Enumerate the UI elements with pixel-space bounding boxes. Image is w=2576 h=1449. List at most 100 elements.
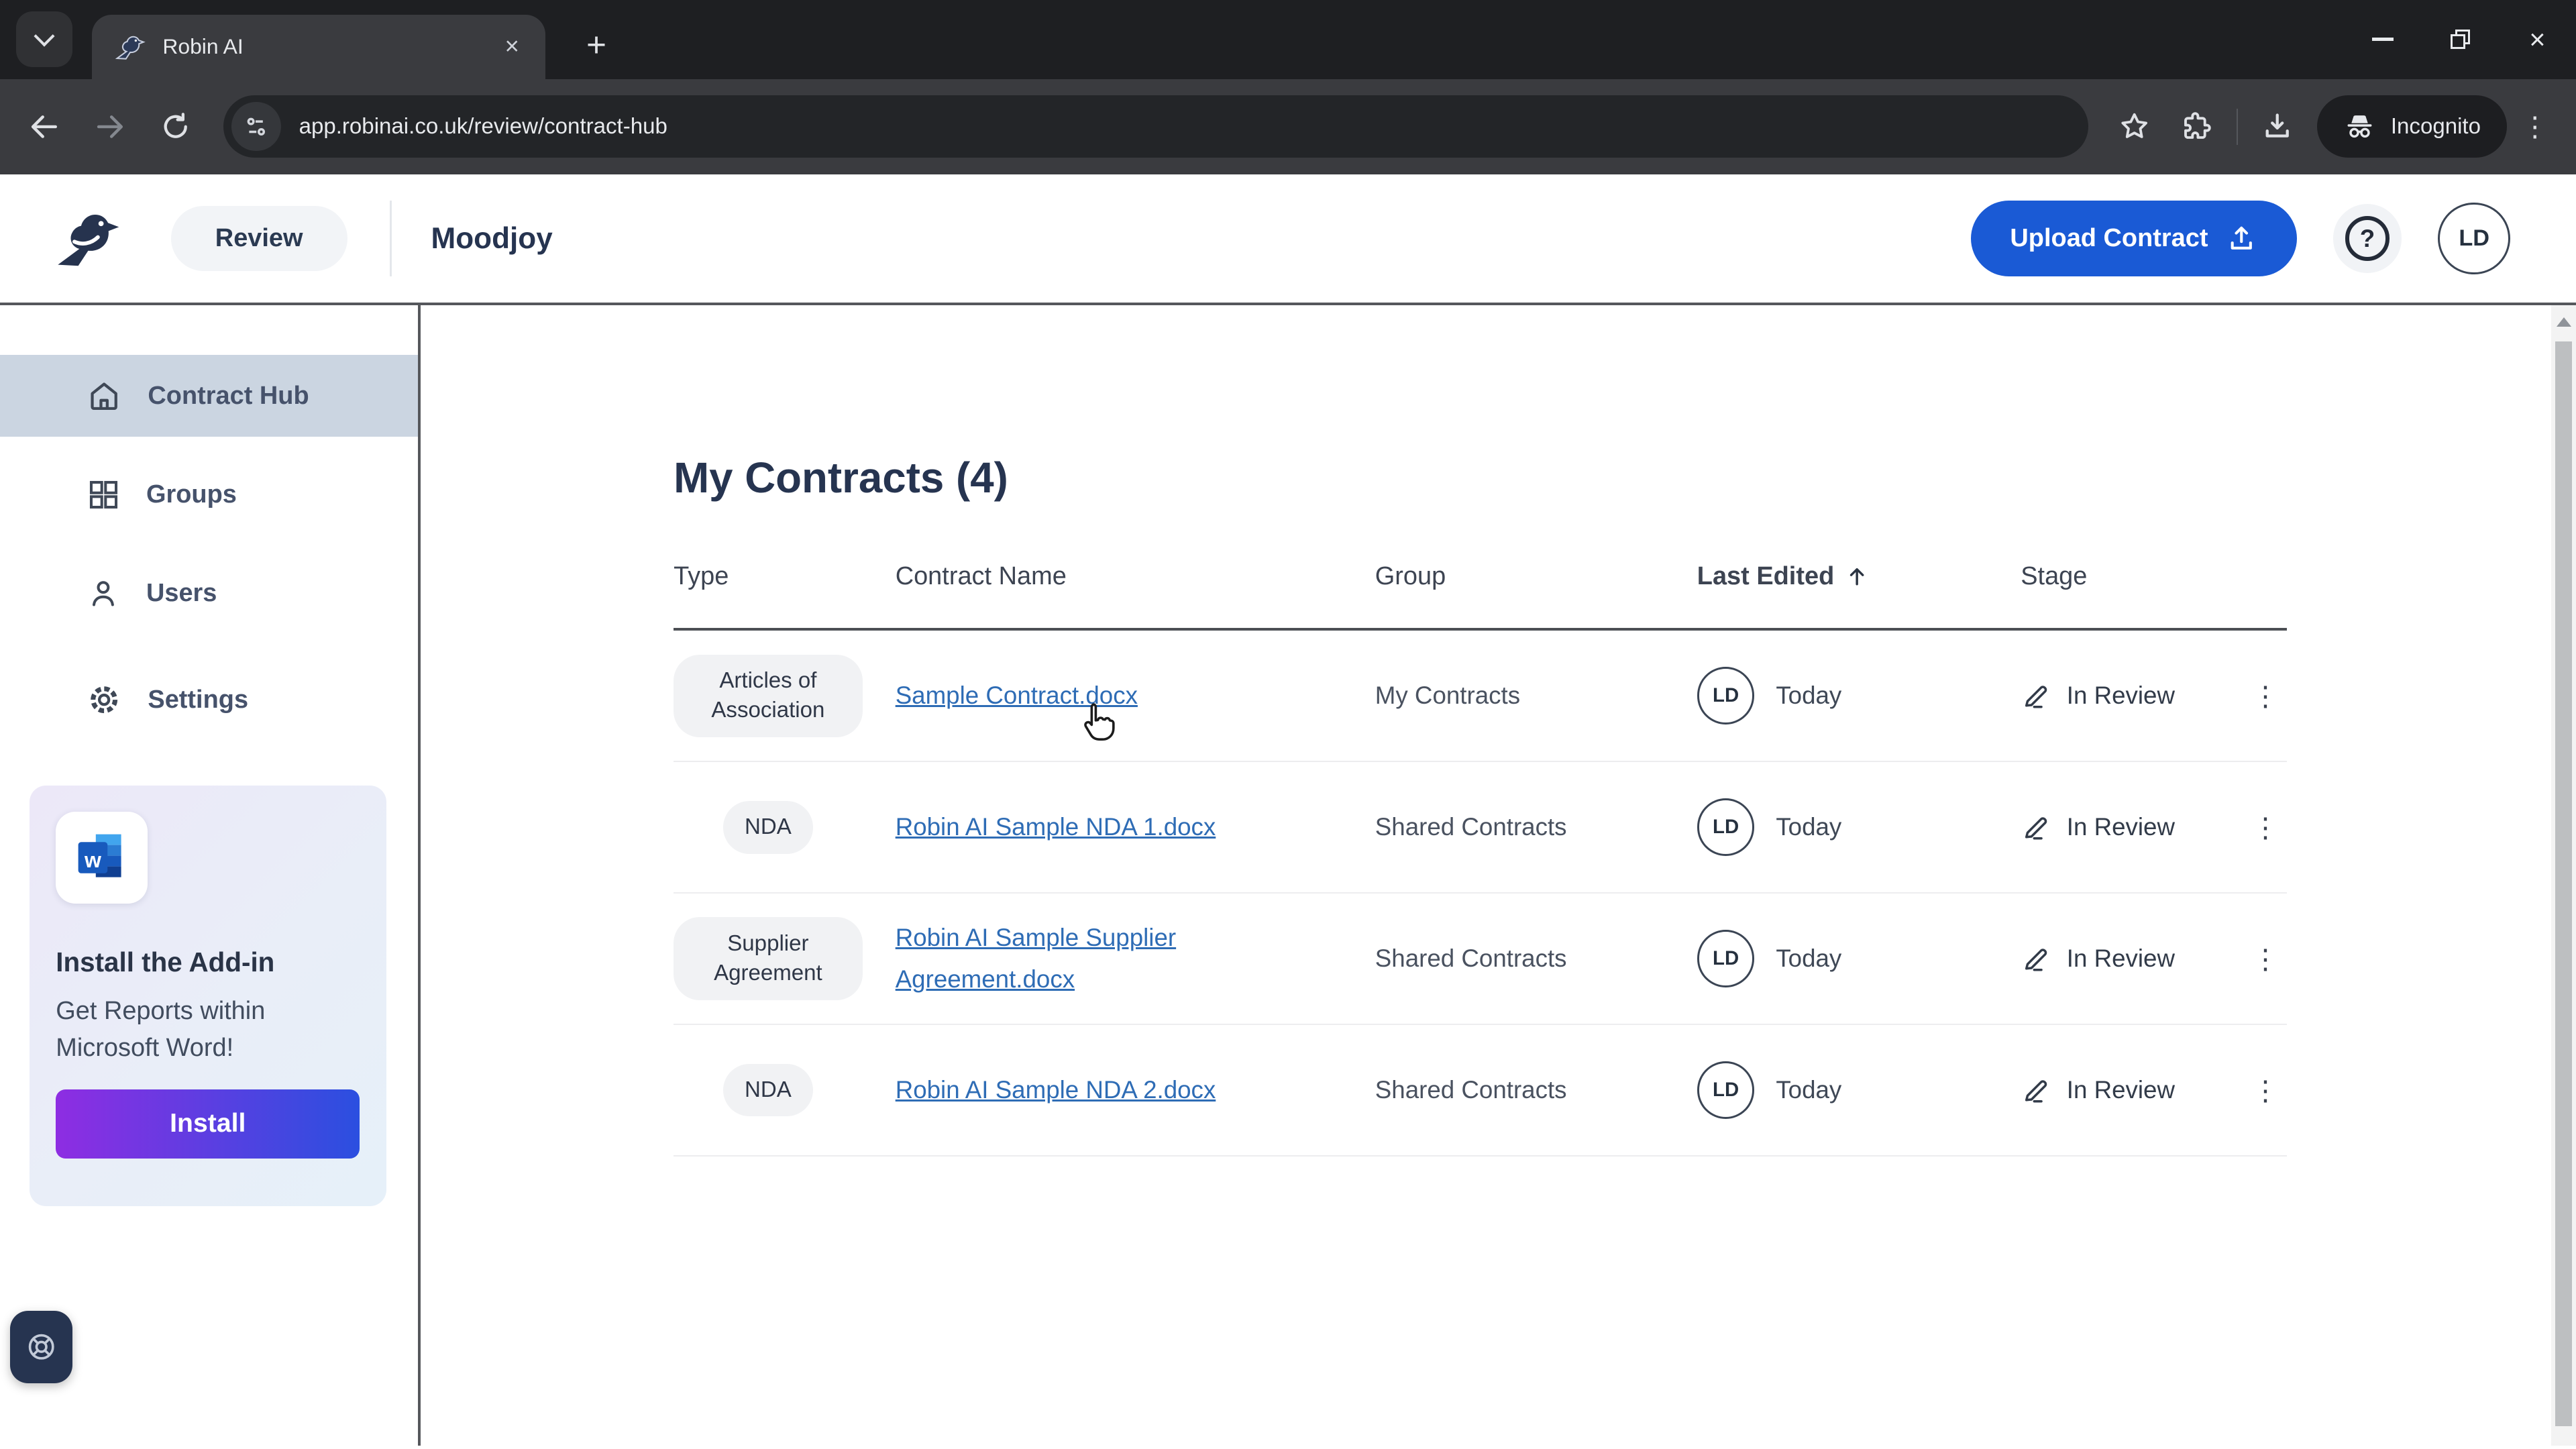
minimize-button[interactable] [2345,0,2422,79]
contract-link[interactable]: Robin AI Sample Supplier Agreement.docx [896,924,1176,993]
svg-text:w: w [84,848,101,872]
table-row: Articles of Association Sample Contract.… [674,631,2287,763]
extensions-button[interactable] [2167,97,2226,156]
back-button[interactable] [13,95,76,158]
column-header-last-edited[interactable]: Last Edited [1697,562,2021,591]
tab-close-icon[interactable]: × [498,32,526,63]
scroll-up-arrow[interactable] [2556,317,2571,327]
type-badge: Supplier Agreement [674,917,863,1000]
downloads-button[interactable] [2248,97,2307,156]
column-header-contract-name[interactable]: Contract Name [896,562,1375,591]
pencil-icon [2025,949,2047,971]
last-edited-cell: LD Today [1697,1061,2021,1119]
contract-link[interactable]: Robin AI Sample NDA 1.docx [896,813,1216,841]
question-mark-icon: ? [2345,216,2390,261]
scrollbar-thumb[interactable] [2555,341,2572,1426]
browser-toolbar: app.robinai.co.uk/review/contract-hub In… [0,78,2576,174]
vertical-scrollbar[interactable] [2551,305,2576,1446]
install-button[interactable]: Install [56,1089,360,1159]
close-window-button[interactable]: × [2499,0,2576,79]
contract-link[interactable]: Robin AI Sample NDA 2.docx [896,1076,1216,1104]
group-cell: Shared Contracts [1375,945,1567,973]
support-fab-button[interactable] [9,1311,72,1383]
app-header: Review Moodjoy Upload Contract ? LD [0,174,2576,306]
window-controls: × [2345,0,2576,79]
url-text[interactable]: app.robinai.co.uk/review/contract-hub [299,114,667,140]
address-bar[interactable]: app.robinai.co.uk/review/contract-hub [223,95,2089,158]
forward-button[interactable] [79,95,142,158]
header-divider [390,201,392,276]
group-cell: Shared Contracts [1375,1076,1567,1104]
help-button[interactable]: ? [2332,204,2402,273]
sidebar-item-contract-hub[interactable]: Contract Hub [0,354,418,437]
column-header-stage[interactable]: Stage [2021,562,2244,591]
sort-ascending-icon [1850,568,1864,586]
restore-icon [2450,30,2471,50]
row-menu-button[interactable]: ⋮ [2244,1074,2287,1107]
table-header-row: Type Contract Name Group Last Edited Sta… [674,562,2287,631]
stage-cell: In Review [2021,1075,2244,1106]
column-header-group[interactable]: Group [1375,562,1697,591]
restore-button[interactable] [2422,0,2499,79]
browser-menu-button[interactable]: ⋮ [2510,110,2559,143]
app-body: Contract Hub Groups Users Settings w Ins… [0,305,2576,1446]
download-icon [2265,113,2290,138]
grid-icon [85,476,121,513]
last-edited-cell: LD Today [1697,667,2021,725]
reload-button[interactable] [144,95,207,158]
incognito-label: Incognito [2390,113,2481,139]
pencil-icon [2025,817,2047,840]
sidebar-item-label: Contract Hub [148,381,309,410]
user-icon [85,575,121,611]
user-avatar[interactable]: LD [2438,202,2511,275]
editor-avatar: LD [1697,1061,1755,1119]
incognito-badge[interactable]: Incognito [2316,95,2508,158]
gear-icon [85,681,123,718]
pencil-icon [2025,686,2047,708]
tab-search-button[interactable] [16,11,72,68]
sidebar-item-users[interactable]: Users [0,552,418,634]
forward-arrow-icon [97,115,123,138]
row-menu-button[interactable]: ⋮ [2244,680,2287,712]
sidebar-item-label: Settings [148,685,249,714]
contracts-table: Type Contract Name Group Last Edited Sta… [674,562,2287,1157]
sidebar-item-label: Groups [146,480,237,508]
page-title: My Contracts (4) [674,453,1008,502]
type-badge: Articles of Association [674,654,863,738]
stage-cell: In Review [2021,943,2244,975]
new-tab-button[interactable]: + [568,16,624,72]
tab-title: Robin AI [162,34,244,59]
main-content: My Contracts (4) Type Contract Name Grou… [420,305,2576,1446]
sidebar-item-groups[interactable]: Groups [0,453,418,535]
row-menu-button[interactable]: ⋮ [2244,943,2287,975]
sidebar: Contract Hub Groups Users Settings w Ins… [0,305,421,1446]
addin-promo-card: w Install the Add-in Get Reports within … [30,785,386,1206]
type-badge: NDA [723,1063,813,1117]
incognito-icon [2347,115,2372,138]
pencil-icon [2025,1080,2047,1103]
bookmark-button[interactable] [2105,97,2164,156]
stage-cell: In Review [2021,680,2244,712]
robin-logo [58,214,119,266]
upload-contract-label: Upload Contract [2010,224,2208,253]
sidebar-item-settings[interactable]: Settings [0,659,418,741]
column-header-type[interactable]: Type [674,562,896,591]
workspace-name: Moodjoy [431,221,553,255]
table-row: NDA Robin AI Sample NDA 2.docx Shared Co… [674,1025,2287,1157]
nav-tab-review[interactable]: Review [170,206,347,271]
stage-cell: In Review [2021,812,2244,843]
promo-body: Get Reports within Microsoft Word! [56,996,266,1062]
minimize-icon [2372,38,2394,42]
last-edited-cell: LD Today [1697,930,2021,987]
reload-icon [164,112,188,138]
table-row: NDA Robin AI Sample NDA 1.docx Shared Co… [674,762,2287,894]
word-app-icon: w [56,811,148,904]
contract-link[interactable]: Sample Contract.docx [896,682,1138,709]
row-menu-button[interactable]: ⋮ [2244,811,2287,844]
editor-avatar: LD [1697,930,1755,987]
upload-contract-button[interactable]: Upload Contract [1970,201,2297,276]
home-icon [85,377,123,415]
browser-tab[interactable]: Robin AI × [92,15,546,79]
site-settings-icon[interactable] [231,101,281,152]
type-badge: NDA [723,800,813,854]
